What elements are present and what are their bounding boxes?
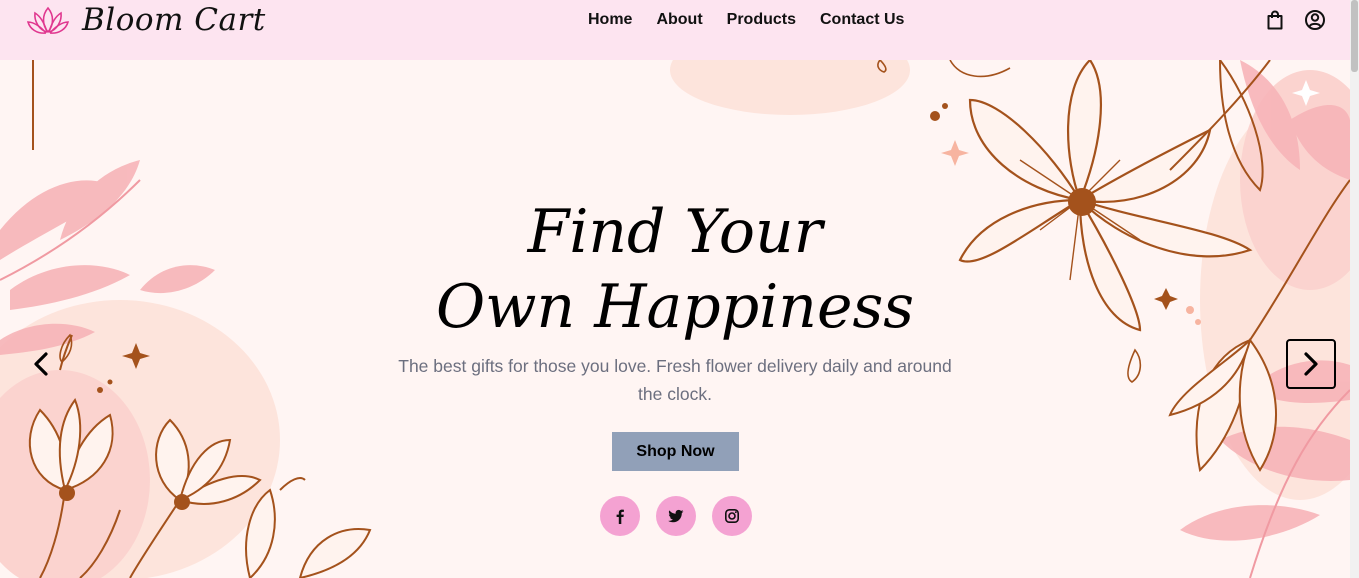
twitter-icon bbox=[668, 509, 684, 523]
facebook-link[interactable] bbox=[600, 496, 640, 536]
facebook-icon bbox=[616, 509, 624, 524]
instagram-icon bbox=[724, 508, 739, 523]
shopping-bag-icon[interactable] bbox=[1264, 9, 1286, 31]
hero-title-line-2: Own Happiness bbox=[435, 272, 915, 342]
nav-menu: Home About Products Contact Us bbox=[588, 10, 928, 30]
nav-products-link[interactable]: Products bbox=[727, 10, 796, 30]
page-scrollbar[interactable] bbox=[1350, 0, 1359, 578]
top-navbar: Bloom Cart Home About Products Contact U… bbox=[0, 0, 1350, 60]
instagram-link[interactable] bbox=[712, 496, 752, 536]
brand-logo-link[interactable]: Bloom Cart bbox=[26, 2, 266, 38]
twitter-link[interactable] bbox=[656, 496, 696, 536]
nav-contact-link[interactable]: Contact Us bbox=[820, 10, 904, 30]
hero-title-line-1: Find Your bbox=[527, 197, 823, 267]
lotus-icon bbox=[26, 6, 70, 34]
nav-about-link[interactable]: About bbox=[656, 10, 702, 30]
hero-title: Find Your Own Happiness bbox=[375, 195, 975, 345]
hero-subtitle: The best gifts for those you love. Fresh… bbox=[398, 356, 952, 404]
carousel-next-button[interactable] bbox=[1286, 339, 1336, 389]
user-circle-icon[interactable] bbox=[1304, 9, 1326, 31]
brand-name: Bloom Cart bbox=[82, 2, 266, 38]
chevron-left-icon bbox=[34, 352, 48, 376]
scrollbar-thumb[interactable] bbox=[1351, 0, 1358, 72]
hero-banner: Find Your Own Happiness The best gifts f… bbox=[0, 60, 1350, 578]
chevron-right-icon bbox=[1304, 352, 1318, 376]
shop-now-button[interactable]: Shop Now bbox=[612, 432, 739, 471]
nav-home-link[interactable]: Home bbox=[588, 10, 632, 30]
carousel-prev-button[interactable] bbox=[26, 347, 56, 381]
